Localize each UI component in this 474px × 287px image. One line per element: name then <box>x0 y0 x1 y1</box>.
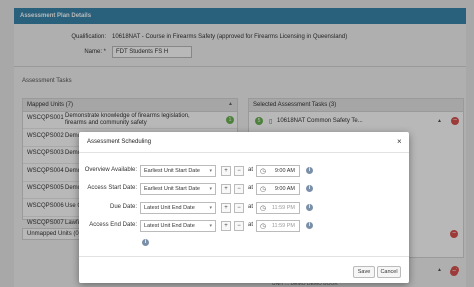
time-value: 11:59 PM <box>271 223 295 229</box>
increment-button[interactable]: + <box>221 184 231 194</box>
chevron-down-icon: ▾ <box>209 223 212 229</box>
schedule-select[interactable]: Latest Unit End Date ▾ <box>140 202 216 214</box>
schedule-select[interactable]: Earliest Unit Start Date ▾ <box>140 165 216 177</box>
assessment-scheduling-dialog: Assessment Scheduling × i Save Cancel Ov… <box>79 132 409 283</box>
time-input[interactable]: ◷ 9:00 AM <box>256 183 300 195</box>
increment-button[interactable]: + <box>221 221 231 231</box>
increment-button[interactable]: + <box>221 203 231 213</box>
time-value: 11:59 PM <box>271 205 295 211</box>
save-button[interactable]: Save <box>353 266 375 278</box>
schedule-select-value: Latest Unit End Date <box>144 205 195 211</box>
dialog-title: Assessment Scheduling <box>87 139 152 145</box>
dialog-divider <box>79 152 409 153</box>
schedule-select-value: Earliest Unit Start Date <box>144 186 200 192</box>
decrement-button[interactable]: − <box>234 221 244 231</box>
clock-icon: ◷ <box>260 205 267 212</box>
info-icon[interactable]: i <box>306 222 313 229</box>
schedule-label: Overview Available: <box>84 167 137 173</box>
schedule-select[interactable]: Latest Unit End Date ▾ <box>140 220 216 232</box>
clock-icon: ◷ <box>260 223 267 230</box>
clock-icon: ◷ <box>260 168 267 175</box>
info-icon[interactable]: i <box>306 185 313 192</box>
decrement-button[interactable]: − <box>234 184 244 194</box>
decrement-button[interactable]: − <box>234 166 244 176</box>
increment-button[interactable]: + <box>221 166 231 176</box>
chevron-down-icon: ▾ <box>209 186 212 192</box>
time-input[interactable]: ◷ 11:59 PM <box>256 202 300 214</box>
at-label: at <box>248 167 254 173</box>
chevron-down-icon: ▾ <box>209 205 212 211</box>
clock-icon: ◷ <box>260 186 267 193</box>
chevron-down-icon: ▾ <box>209 168 212 174</box>
schedule-label: Access Start Date: <box>87 185 137 191</box>
time-input[interactable]: ◷ 9:00 AM <box>256 165 300 177</box>
schedule-select[interactable]: Earliest Unit Start Date ▾ <box>140 183 216 195</box>
info-icon[interactable]: i <box>306 167 313 174</box>
at-label: at <box>248 222 254 228</box>
info-icon[interactable]: i <box>306 204 313 211</box>
schedule-select-value: Latest Unit End Date <box>144 223 195 229</box>
at-label: at <box>248 185 254 191</box>
time-input[interactable]: ◷ 11:59 PM <box>256 220 300 232</box>
time-value: 9:00 AM <box>274 186 295 192</box>
dialog-footer-divider <box>79 256 409 257</box>
schedule-select-value: Earliest Unit Start Date <box>144 168 200 174</box>
decrement-button[interactable]: − <box>234 203 244 213</box>
info-icon[interactable]: i <box>142 239 149 246</box>
at-label: at <box>248 204 254 210</box>
time-value: 9:00 AM <box>274 168 295 174</box>
close-icon[interactable]: × <box>397 137 402 146</box>
schedule-label: Due Date: <box>109 204 137 210</box>
cancel-button[interactable]: Cancel <box>377 266 401 278</box>
schedule-label: Access End Date: <box>89 222 137 228</box>
